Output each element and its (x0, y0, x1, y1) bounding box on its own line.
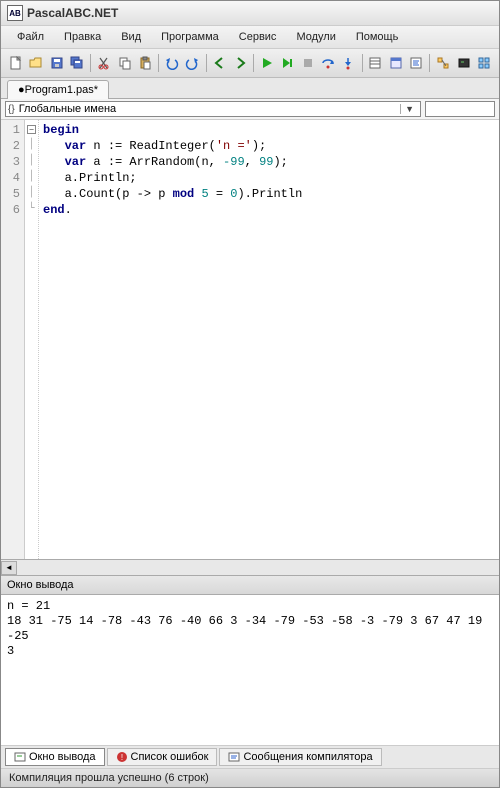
app-title: PascalABC.NET (27, 6, 118, 20)
separator (206, 54, 207, 72)
tab-output-label: Окно вывода (29, 751, 96, 763)
app-icon: AB (7, 5, 23, 21)
file-tabs: ●Program1.pas* (1, 78, 499, 99)
output-panel[interactable]: n = 21 18 31 -75 14 -78 -43 76 -40 66 3 … (1, 595, 499, 745)
separator (158, 54, 159, 72)
stop-icon[interactable] (299, 52, 317, 74)
horizontal-scrollbar[interactable]: ◄ (1, 559, 499, 575)
errors-tab-icon: ! (116, 751, 128, 763)
menubar: Файл Правка Вид Программа Сервис Модули … (1, 26, 499, 49)
form-view-icon[interactable] (387, 52, 405, 74)
line-number: 6 (3, 202, 20, 218)
blocks-icon[interactable] (475, 52, 493, 74)
line-number: 4 (3, 170, 20, 186)
menu-service[interactable]: Сервис (231, 29, 285, 45)
tab-program1[interactable]: ●Program1.pas* (7, 80, 109, 99)
scope-label: Глобальные имена (19, 103, 117, 115)
separator (253, 54, 254, 72)
new-file-icon[interactable] (7, 52, 25, 74)
messages-tab-icon (228, 751, 240, 763)
scope-dropdown[interactable]: {} Глобальные имена ▼ (5, 101, 421, 117)
code-area[interactable]: begin var n := ReadInteger('n ='); var a… (39, 120, 499, 559)
line-gutter: 1 2 3 4 5 6 (1, 120, 25, 559)
tab-compiler-messages[interactable]: Сообщения компилятора (219, 748, 381, 766)
run-no-debug-icon[interactable] (278, 52, 296, 74)
scheme-icon[interactable] (434, 52, 452, 74)
separator (362, 54, 363, 72)
line-number: 1 (3, 122, 20, 138)
nav-forward-icon[interactable] (231, 52, 249, 74)
nav-back-icon[interactable] (210, 52, 228, 74)
code-view-icon[interactable] (407, 52, 425, 74)
menu-modules[interactable]: Модули (288, 29, 343, 45)
step-over-icon[interactable] (319, 52, 337, 74)
cut-icon[interactable] (95, 52, 113, 74)
titlebar: AB PascalABC.NET (1, 1, 499, 26)
menu-program[interactable]: Программа (153, 29, 227, 45)
output-header: Окно вывода (1, 575, 499, 595)
status-bar: Компиляция прошла успешно (6 строк) (1, 769, 499, 787)
svg-text:!: ! (120, 753, 122, 762)
scope-bar: {} Глобальные имена ▼ (1, 99, 499, 120)
separator (429, 54, 430, 72)
tab-output[interactable]: Окно вывода (5, 748, 105, 766)
menu-edit[interactable]: Правка (56, 29, 109, 45)
menu-view[interactable]: Вид (113, 29, 149, 45)
output-tab-icon (14, 751, 26, 763)
menu-help[interactable]: Помощь (348, 29, 407, 45)
bottom-tabs: Окно вывода ! Список ошибок Сообщения ко… (1, 745, 499, 769)
paste-icon[interactable] (136, 52, 154, 74)
line-number: 5 (3, 186, 20, 202)
redo-icon[interactable] (183, 52, 201, 74)
fold-column: − │ │ │ │ └ (25, 120, 39, 559)
line-number: 3 (3, 154, 20, 170)
namespace-icon: {} (8, 104, 15, 115)
chevron-down-icon: ▼ (400, 104, 418, 114)
toolbar (1, 49, 499, 78)
output-icon[interactable] (454, 52, 472, 74)
save-all-icon[interactable] (68, 52, 86, 74)
undo-icon[interactable] (163, 52, 181, 74)
member-dropdown[interactable] (425, 101, 495, 117)
tab-errors-label: Список ошибок (131, 751, 209, 763)
save-icon[interactable] (48, 52, 66, 74)
run-icon[interactable] (258, 52, 276, 74)
step-into-icon[interactable] (339, 52, 357, 74)
copy-icon[interactable] (115, 52, 133, 74)
tab-messages-label: Сообщения компилятора (243, 751, 372, 763)
menu-file[interactable]: Файл (9, 29, 52, 45)
separator (90, 54, 91, 72)
properties-icon[interactable] (366, 52, 384, 74)
line-number: 2 (3, 138, 20, 154)
tab-errors[interactable]: ! Список ошибок (107, 748, 218, 766)
open-file-icon[interactable] (27, 52, 45, 74)
scroll-left-icon[interactable]: ◄ (1, 561, 17, 575)
code-editor[interactable]: 1 2 3 4 5 6 − │ │ │ │ └ begin var n := R… (1, 120, 499, 559)
fold-toggle-icon[interactable]: − (27, 125, 36, 134)
